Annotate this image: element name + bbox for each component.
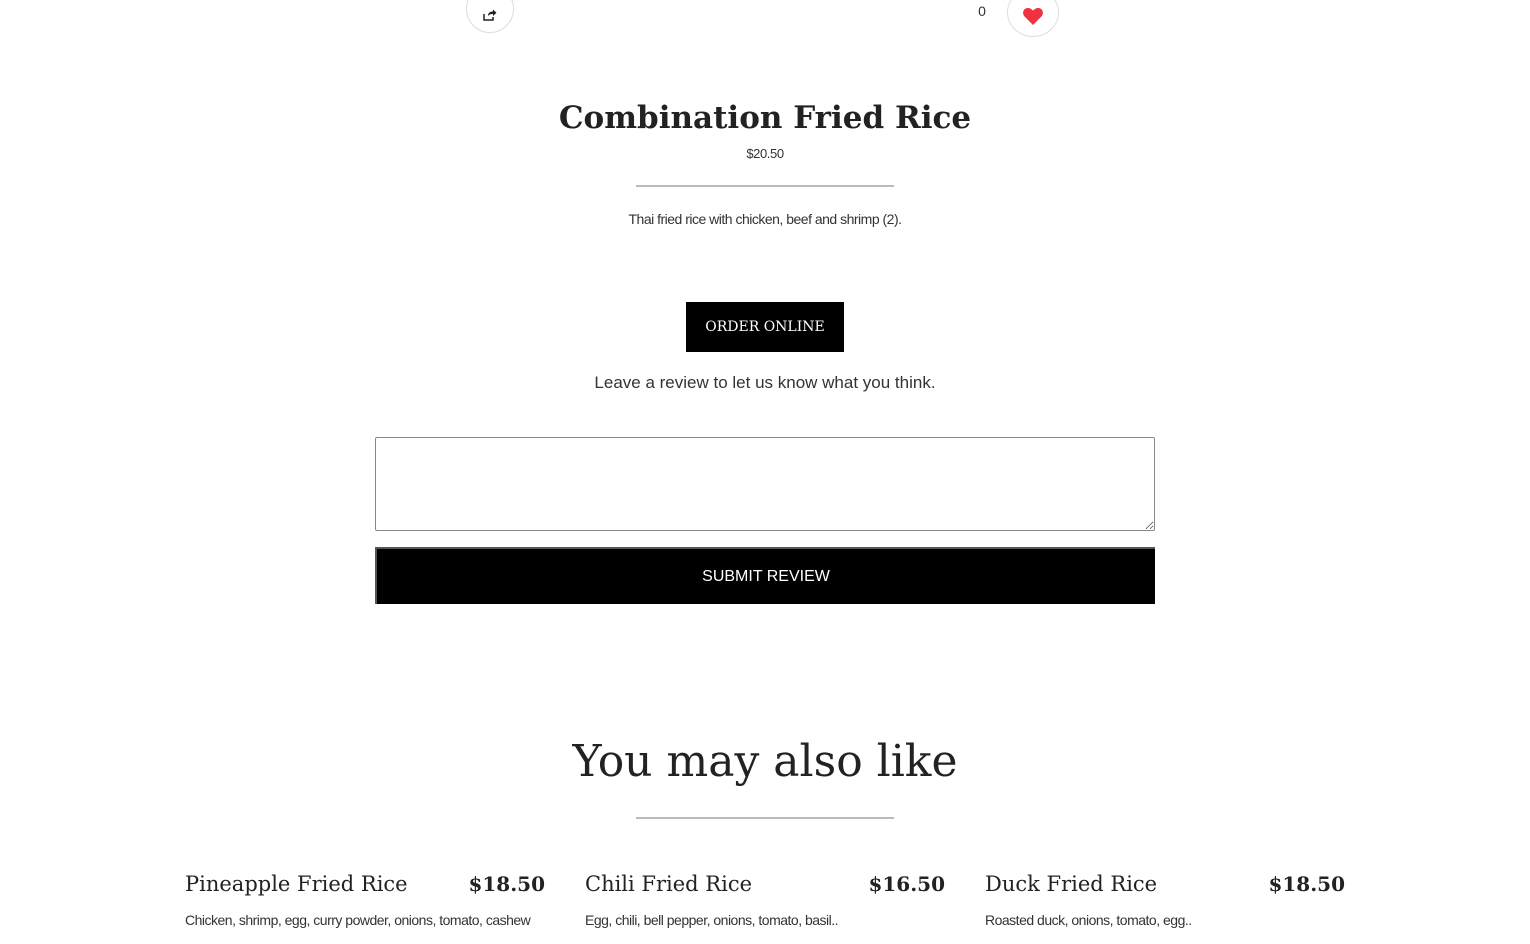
- divider: [636, 817, 894, 819]
- recommendation-description: Egg, chili, bell pepper, onions, tomato,…: [585, 912, 839, 928]
- heart-icon: [1022, 7, 1044, 31]
- recommendation-card[interactable]: Pineapple Fried Rice $18.50 Chicken, shr…: [185, 872, 545, 928]
- divider: [636, 185, 894, 187]
- order-online-button[interactable]: ORDER ONLINE: [686, 302, 844, 352]
- share-button[interactable]: [466, 0, 514, 33]
- review-prompt: Leave a review to let us know what you t…: [594, 373, 936, 392]
- share-icon: [483, 8, 497, 26]
- item-price: $20.50: [746, 146, 784, 161]
- submit-review-button[interactable]: SUBMIT REVIEW: [375, 547, 1155, 604]
- recommendation-price: $18.50: [1268, 872, 1345, 896]
- recommendation-name[interactable]: Chili Fried Rice: [585, 872, 752, 896]
- item-description: Thai fried rice with chicken, beef and s…: [628, 211, 902, 227]
- recommendation-description: Roasted duck, onions, tomato, egg..: [985, 912, 1192, 928]
- recommendations-title: You may also like: [572, 736, 958, 787]
- recommendation-name[interactable]: Pineapple Fried Rice: [185, 872, 408, 896]
- review-textarea[interactable]: [375, 437, 1155, 531]
- recommendation-card[interactable]: Duck Fried Rice $18.50 Roasted duck, oni…: [985, 872, 1345, 928]
- recommendation-price: $18.50: [468, 872, 545, 896]
- recommendation-description: Chicken, shrimp, egg, curry powder, onio…: [185, 912, 531, 928]
- recommendation-price: $16.50: [868, 872, 945, 896]
- recommendation-name[interactable]: Duck Fried Rice: [985, 872, 1157, 896]
- recommendation-card[interactable]: Chili Fried Rice $16.50 Egg, chili, bell…: [585, 872, 945, 928]
- item-title: Combination Fried Rice: [558, 100, 972, 136]
- like-button[interactable]: [1007, 0, 1059, 37]
- like-count: 0: [978, 3, 986, 19]
